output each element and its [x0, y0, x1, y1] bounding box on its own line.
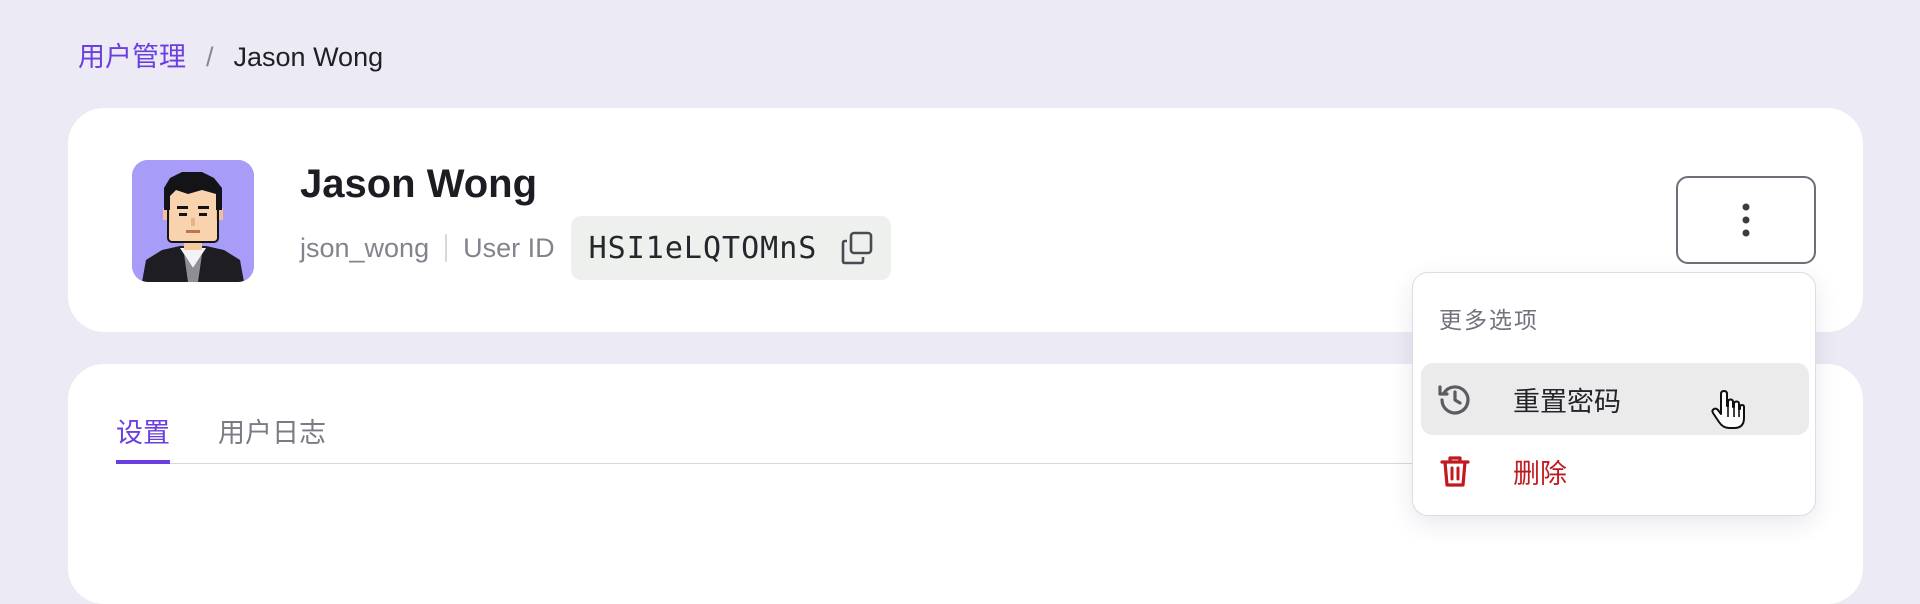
tab-settings[interactable]: 设置	[116, 414, 170, 464]
hand-cursor-icon	[1711, 390, 1745, 429]
breadcrumb-link-user-management[interactable]: 用户管理	[78, 38, 186, 76]
user-name: Jason Wong	[300, 162, 538, 206]
menu-item-delete[interactable]: 删除	[1421, 435, 1809, 507]
tab-bar: 设置 用户日志	[116, 414, 1536, 464]
menu-item-label: 删除	[1513, 458, 1567, 489]
user-id-label: User ID	[463, 232, 555, 263]
more-options-button[interactable]	[1676, 176, 1816, 264]
menu-item-label: 重置密码	[1513, 386, 1621, 417]
avatar	[132, 160, 254, 282]
vertical-dots-icon	[1742, 203, 1750, 237]
breadcrumb-separator: /	[206, 42, 214, 72]
breadcrumb-current: Jason Wong	[233, 42, 384, 72]
breadcrumb: 用户管理 / Jason Wong	[78, 38, 383, 76]
menu-item-reset-password[interactable]: 重置密码	[1421, 363, 1809, 435]
more-options-menu: 更多选项 重置密码 删除	[1412, 272, 1816, 516]
menu-title: 更多选项	[1439, 307, 1539, 333]
history-icon	[1437, 381, 1473, 417]
user-id-chip: HSI1eLQTOMnS	[570, 216, 892, 280]
username: json_wong	[300, 232, 430, 263]
tab-user-logs[interactable]: 用户日志	[218, 414, 326, 464]
pixel-avatar-icon	[132, 160, 254, 282]
user-meta: json_wong User ID HSI1eLQTOMnS	[300, 216, 892, 280]
meta-divider	[445, 234, 448, 262]
user-id-value: HSI1eLQTOMnS	[588, 230, 818, 266]
trash-icon	[1437, 453, 1473, 489]
copy-icon[interactable]	[841, 231, 873, 265]
